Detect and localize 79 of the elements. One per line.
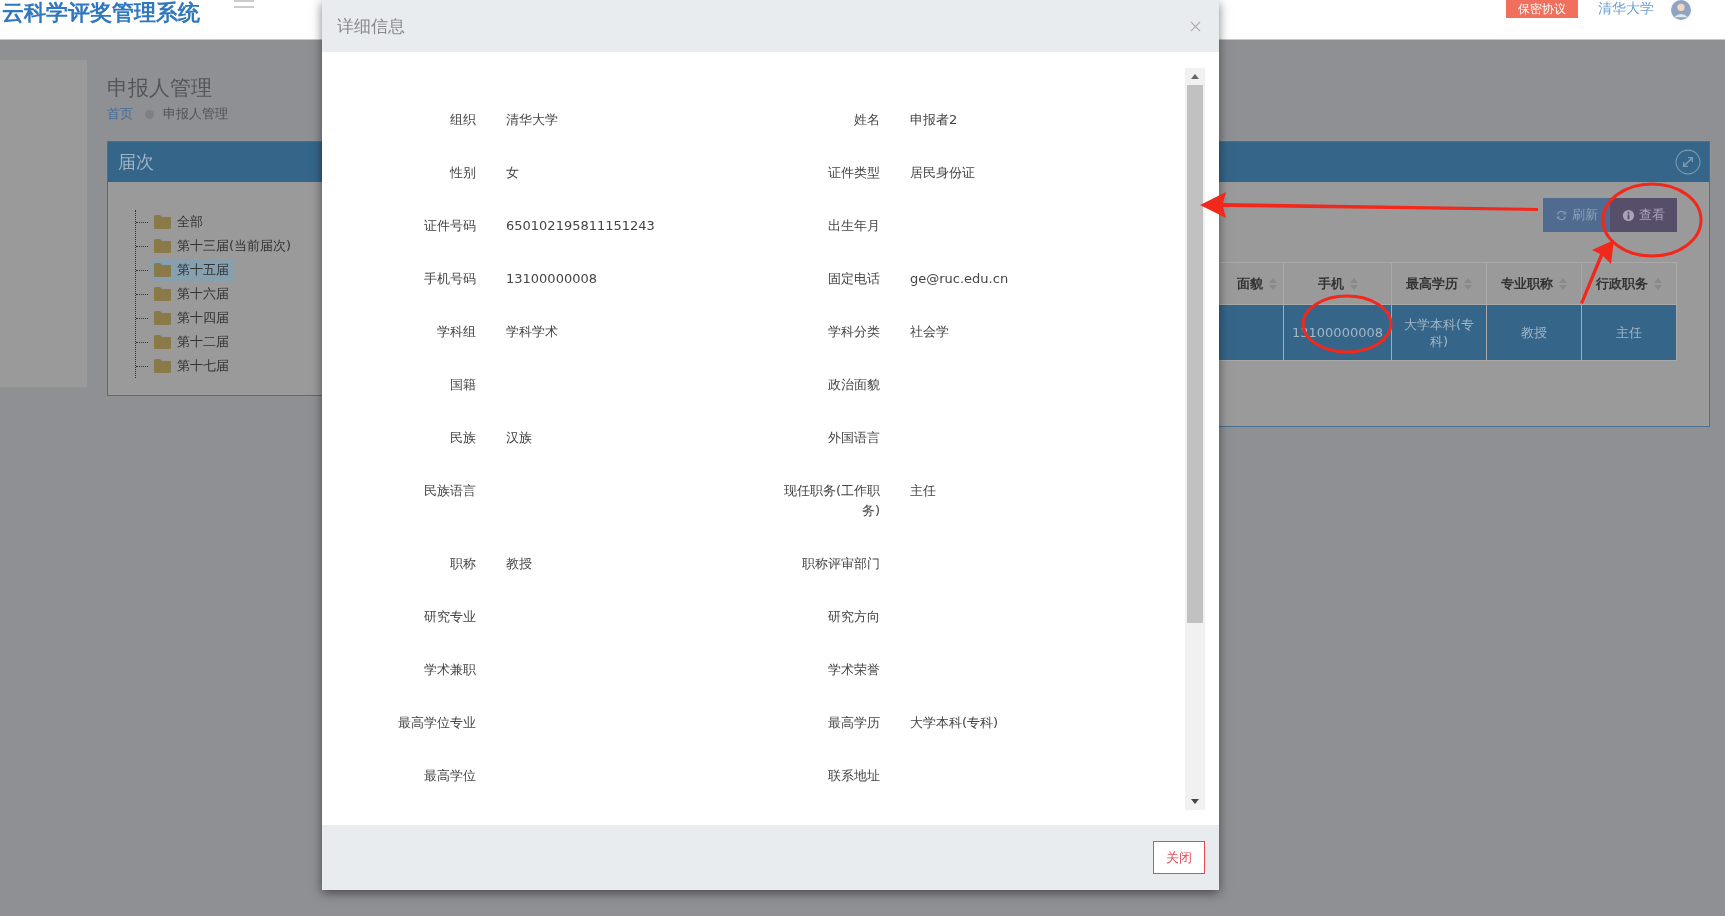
field-label: 现任职务(工作职务) bbox=[782, 482, 880, 520]
menu-icon[interactable] bbox=[234, 0, 254, 8]
table-cell: 教授 bbox=[1486, 304, 1582, 361]
field-value: 主任 bbox=[909, 482, 937, 500]
app-title: 云科学评奖管理系统 bbox=[1, 0, 200, 26]
tree-item[interactable]: 第十三届(当前届次) bbox=[152, 234, 296, 258]
field-label: 手机号码 bbox=[423, 270, 476, 288]
table-cell: 大学本科(专科) bbox=[1391, 304, 1487, 361]
column-header[interactable]: 最高学历 bbox=[1391, 262, 1487, 305]
tree-item[interactable]: 全部 bbox=[152, 210, 207, 234]
agreement-button[interactable]: 保密协议 bbox=[1506, 0, 1578, 18]
field-value: ge@ruc.edu.cn bbox=[909, 270, 1010, 288]
field-value: 650102195811151243 bbox=[505, 217, 656, 235]
field-label: 姓名 bbox=[853, 111, 880, 129]
field-label: 外国语言 bbox=[827, 429, 880, 447]
breadcrumb-current: 申报人管理 bbox=[163, 105, 228, 123]
tree-item[interactable]: 第十五届 bbox=[152, 258, 233, 282]
column-header[interactable]: 行政职务 bbox=[1581, 262, 1677, 305]
field-value: 教授 bbox=[505, 555, 533, 573]
refresh-icon bbox=[1555, 208, 1568, 222]
scroll-up-icon[interactable] bbox=[1191, 74, 1199, 79]
modal-title: 详细信息 bbox=[337, 14, 405, 38]
field-label: 学术兼职 bbox=[423, 661, 476, 679]
field-label: 学科分类 bbox=[827, 323, 880, 341]
tree-item[interactable]: 第十六届 bbox=[152, 282, 233, 306]
field-label: 最高学历 bbox=[827, 714, 880, 732]
field-label: 民族语言 bbox=[423, 482, 476, 500]
field-label: 研究专业 bbox=[423, 608, 476, 626]
folder-icon bbox=[154, 311, 171, 325]
field-label: 政治面貌 bbox=[827, 376, 880, 394]
field-label: 研究方向 bbox=[827, 608, 880, 626]
field-label: 组织 bbox=[449, 111, 476, 129]
scroll-down-icon[interactable] bbox=[1191, 799, 1199, 804]
expand-icon[interactable] bbox=[1675, 149, 1701, 175]
tree-item[interactable]: 第十二届 bbox=[152, 330, 233, 354]
field-label: 性别 bbox=[449, 164, 476, 182]
field-label: 民族 bbox=[449, 429, 476, 447]
field-label: 固定电话 bbox=[827, 270, 880, 288]
field-value: 女 bbox=[505, 164, 520, 182]
folder-icon bbox=[154, 335, 171, 349]
panel-title: 届次 bbox=[118, 150, 154, 174]
field-label: 证件类型 bbox=[827, 164, 880, 182]
column-header[interactable]: 手机 bbox=[1283, 262, 1392, 305]
page-title: 申报人管理 bbox=[107, 75, 212, 101]
folder-icon bbox=[154, 215, 171, 229]
tree-item[interactable]: 第十七届 bbox=[152, 354, 233, 378]
view-button[interactable]: 查看 bbox=[1610, 198, 1677, 232]
column-header[interactable]: 专业职称 bbox=[1486, 262, 1582, 305]
field-label: 出生年月 bbox=[827, 217, 880, 235]
field-label: 国籍 bbox=[449, 376, 476, 394]
field-label: 职称评审部门 bbox=[801, 555, 880, 573]
field-value: 社会学 bbox=[909, 323, 950, 341]
field-value: 汉族 bbox=[505, 429, 533, 447]
tree-item[interactable]: 第十四届 bbox=[152, 306, 233, 330]
table-cell: 主任 bbox=[1581, 304, 1677, 361]
field-label: 职称 bbox=[449, 555, 476, 573]
field-value: 居民身份证 bbox=[909, 164, 976, 182]
folder-icon bbox=[154, 359, 171, 373]
column-header[interactable]: 面貌 bbox=[1216, 262, 1284, 305]
field-label: 学术荣誉 bbox=[827, 661, 880, 679]
field-value: 大学本科(专科) bbox=[909, 714, 1000, 732]
folder-icon bbox=[154, 287, 171, 301]
field-value: 清华大学 bbox=[505, 111, 559, 129]
folder-icon bbox=[154, 239, 171, 253]
field-value: 13100000008 bbox=[505, 270, 598, 288]
field-label: 证件号码 bbox=[423, 217, 476, 235]
field-label: 学科组 bbox=[436, 323, 476, 341]
close-button[interactable]: 关闭 bbox=[1153, 841, 1205, 874]
scrollbar-thumb[interactable] bbox=[1187, 85, 1203, 624]
field-label: 联系地址 bbox=[827, 767, 880, 785]
info-icon bbox=[1622, 208, 1635, 222]
field-value: 申报者2 bbox=[909, 111, 959, 129]
folder-icon bbox=[154, 263, 171, 277]
close-icon[interactable] bbox=[1190, 20, 1201, 32]
field-value: 学科学术 bbox=[505, 323, 559, 341]
field-label: 最高学位专业 bbox=[397, 714, 476, 732]
user-name[interactable]: 清华大学 bbox=[1598, 0, 1654, 16]
scrollbar[interactable] bbox=[1185, 68, 1205, 810]
field-label: 最高学位 bbox=[423, 767, 476, 785]
